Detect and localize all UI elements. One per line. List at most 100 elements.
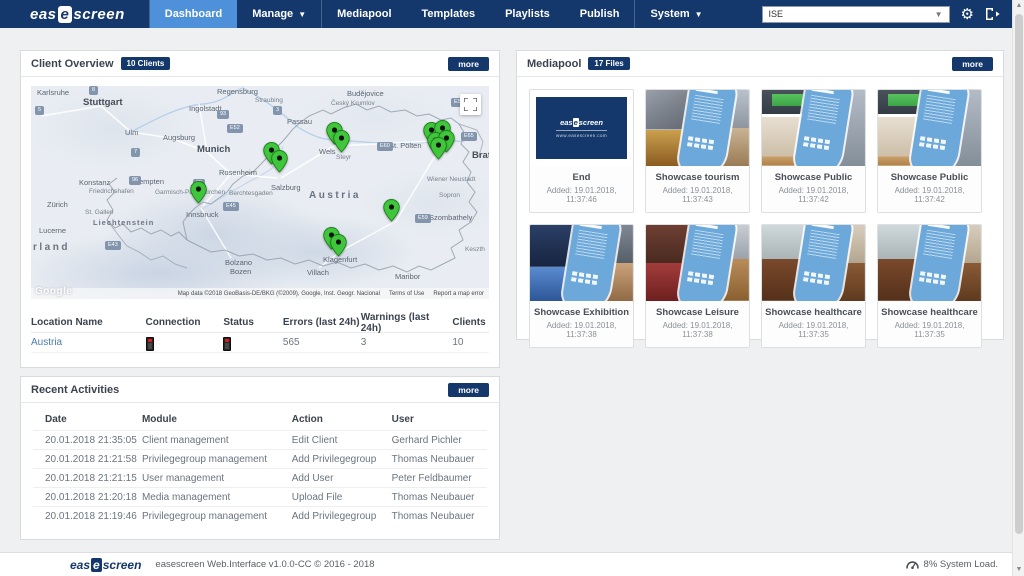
media-card[interactable]: Showcase healthcareAdded: 19.01.2018, 11…	[877, 224, 982, 348]
scroll-down-arrow[interactable]: ▼	[1013, 564, 1024, 576]
road-badge: 5	[35, 106, 44, 115]
client-select-value: ISE	[769, 9, 784, 19]
map-label: Regensburg	[217, 87, 258, 96]
map-pin-icon[interactable]	[330, 234, 347, 257]
clients-count-badge: 10 Clients	[121, 57, 171, 70]
media-card[interactable]: easescreen www.easescreen.com EndAdded: …	[529, 89, 634, 213]
table-row: 20.01.2018 21:19:46 Privilegegroup manag…	[33, 506, 487, 525]
road-badge: 96	[129, 176, 141, 185]
table-row: 20.01.2018 21:20:18 Media management Upl…	[33, 487, 487, 506]
map-label: Keszth	[465, 246, 485, 253]
chevron-down-icon: ▼	[298, 10, 306, 19]
map-pin-icon[interactable]	[190, 181, 207, 204]
map-label: Rosenheim	[219, 168, 257, 177]
page-scrollbar[interactable]: ▲ ▼	[1012, 0, 1024, 576]
scroll-up-arrow[interactable]: ▲	[1013, 0, 1024, 12]
map-pin-icon[interactable]	[271, 150, 288, 173]
recent-activities-more-button[interactable]: more	[448, 383, 489, 397]
client-overview-more-button[interactable]: more	[448, 57, 489, 71]
media-card[interactable]: Showcase LeisureAdded: 19.01.2018, 11:37…	[645, 224, 750, 348]
col-date: Date	[33, 414, 142, 425]
road-badge: 7	[131, 148, 140, 157]
tab-playlists[interactable]: Playlists	[490, 0, 565, 28]
col-action: Action	[292, 414, 392, 425]
map-label: St. Pölten	[389, 141, 422, 150]
terms-of-use-link[interactable]: Terms of Use	[389, 291, 424, 297]
panel-title: Recent Activities	[31, 384, 119, 396]
media-card[interactable]: Showcase healthcareAdded: 19.01.2018, 11…	[761, 224, 866, 348]
map-fullscreen-button[interactable]	[460, 94, 481, 115]
client-overview-panel: Client Overview 10 Clients more	[20, 50, 500, 368]
col-errors: Errors (last 24h)	[283, 317, 361, 328]
tab-dashboard[interactable]: Dashboard	[150, 0, 237, 28]
map-attribution-bar: Map data ©2018 GeoBasis-DE/BKG (©2009), …	[31, 288, 489, 299]
map-label: Szombathely	[429, 213, 472, 222]
map-label: Karlsruhe	[37, 88, 69, 97]
google-logo[interactable]: Google	[35, 286, 72, 297]
map-pin-icon[interactable]	[383, 199, 400, 222]
logo-text: eas	[30, 6, 57, 23]
col-connection: Connection	[146, 317, 224, 328]
map-label: Bratislava	[472, 150, 489, 161]
col-user: User	[392, 414, 487, 425]
road-badge: 3	[273, 106, 282, 115]
system-load-text: 8% System Load.	[924, 559, 998, 570]
logout-icon[interactable]	[985, 7, 1000, 21]
road-badge: E43	[105, 241, 121, 250]
client-select[interactable]: ISE ▼	[762, 6, 950, 23]
media-card[interactable]: Showcase PublicAdded: 19.01.2018, 11:37:…	[761, 89, 866, 213]
map-label: rland	[33, 242, 70, 253]
map-label: Zürich	[47, 200, 68, 209]
tab-publish[interactable]: Publish	[565, 0, 635, 28]
col-module: Module	[142, 414, 292, 425]
map-label: Munich	[197, 144, 230, 155]
map-label: Austria	[309, 190, 361, 201]
chevron-down-icon: ▼	[935, 10, 943, 19]
logo-box-letter: e	[58, 6, 73, 23]
road-badge: 8	[89, 86, 98, 95]
map-label: Sopron	[439, 192, 460, 199]
tab-manage[interactable]: Manage▼	[237, 0, 321, 28]
media-thumbnail: easescreen www.easescreen.com	[530, 90, 633, 166]
gear-icon[interactable]: ⚙	[961, 7, 974, 22]
map-label: Bolzano	[225, 258, 252, 267]
recent-activities-header: Recent Activities more	[21, 377, 499, 403]
tab-templates[interactable]: Templates	[407, 0, 491, 28]
table-header-row: Date Module Action User	[33, 409, 487, 430]
table-row: 20.01.2018 21:35:05 Client management Ed…	[33, 430, 487, 449]
media-thumbnail	[762, 225, 865, 301]
media-card[interactable]: Showcase tourismAdded: 19.01.2018, 11:37…	[645, 89, 750, 213]
map-label: Maribor	[395, 272, 420, 281]
report-map-error-link[interactable]: Report a map error	[433, 291, 484, 297]
table-header-row: Location Name Connection Status Errors (…	[31, 313, 489, 333]
media-card[interactable]: Showcase PublicAdded: 19.01.2018, 11:37:…	[877, 89, 982, 213]
clients-map[interactable]: Karlsruhe Stuttgart Regensburg Straubing…	[31, 86, 489, 299]
map-pin-icon[interactable]	[430, 137, 447, 160]
tab-system[interactable]: System▼	[635, 0, 717, 28]
col-clients: Clients	[452, 317, 489, 328]
media-card[interactable]: Showcase ExhibitionAdded: 19.01.2018, 11…	[529, 224, 634, 348]
road-badge: E59	[415, 214, 431, 223]
map-pin-icon[interactable]	[333, 130, 350, 153]
map-label: St. Gallen	[85, 209, 114, 216]
col-location-name: Location Name	[31, 317, 146, 328]
map-label: Steyr	[336, 154, 351, 161]
map-label: Bozen	[230, 267, 251, 276]
files-count-badge: 17 Files	[588, 57, 629, 70]
map-label: Budějovice	[347, 89, 384, 98]
mediapool-more-button[interactable]: more	[952, 57, 993, 71]
map-label: Friedrichshafen	[89, 188, 134, 195]
map-label: Passau	[287, 117, 312, 126]
media-thumbnail	[762, 90, 865, 166]
status-traffic-light-icon	[223, 337, 231, 351]
map-label: Lucerne	[39, 226, 66, 235]
scrollbar-thumb[interactable]	[1015, 14, 1023, 534]
mediapool-header: Mediapool 17 Files more	[517, 51, 1003, 77]
location-link[interactable]: Austria	[31, 337, 62, 348]
map-label: Salzburg	[271, 183, 301, 192]
road-badge: 93	[217, 110, 229, 119]
tab-mediapool[interactable]: Mediapool	[322, 0, 406, 28]
table-row: Austria 565 3 10	[31, 333, 489, 353]
easescreen-logo: easescreen	[0, 0, 149, 28]
col-status: Status	[223, 317, 283, 328]
